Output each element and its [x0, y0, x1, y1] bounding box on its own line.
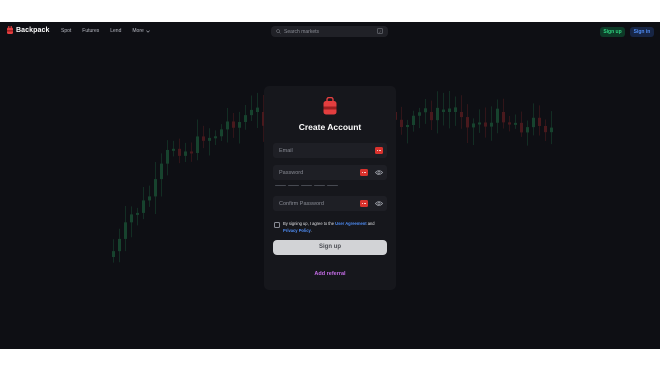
background-candle [514, 114, 517, 129]
password-input[interactable] [273, 165, 387, 180]
eye-icon[interactable] [375, 169, 383, 176]
background-candle [460, 95, 463, 129]
terms-and: and [366, 221, 375, 226]
background-candle [466, 104, 469, 144]
background-candle [484, 107, 487, 138]
password-manager-icon[interactable] [375, 147, 383, 154]
password-manager-icon[interactable] [360, 169, 368, 176]
search-placeholder: Search markets [284, 28, 320, 35]
background-candle [220, 124, 223, 141]
background-candle [148, 185, 151, 207]
privacy-policy-link[interactable]: Privacy Policy [283, 228, 311, 233]
nav-link-more-label: More [132, 28, 144, 34]
header-signup-button[interactable]: Sign up [600, 27, 625, 37]
background-candle [412, 110, 415, 132]
background-candle [406, 119, 409, 144]
nav-links: Spot Futures Lend More [61, 28, 161, 34]
strength-segment [288, 185, 299, 187]
page-title: Create Account [298, 122, 362, 132]
background-candle [418, 107, 421, 129]
background-candle [226, 107, 229, 143]
terms-prefix: By signing up, I agree to the [283, 221, 336, 226]
brand-logo[interactable]: Backpack [7, 26, 50, 34]
strength-segment [314, 185, 325, 187]
background-candle [508, 115, 511, 132]
nav-link-more[interactable]: More [132, 28, 150, 34]
password-strength-meter [275, 185, 338, 187]
background-candle [190, 142, 193, 162]
background-candle [526, 120, 529, 146]
nav-link-futures[interactable]: Futures [82, 28, 99, 34]
strength-segment [327, 185, 338, 187]
background-candle [436, 91, 439, 134]
background-candle [256, 92, 259, 129]
search-shortcut-key: / [377, 28, 383, 34]
password-manager-icon[interactable] [360, 200, 368, 207]
brand-name: Backpack [16, 26, 50, 34]
strength-segment [301, 185, 312, 187]
background-candle [136, 207, 139, 226]
terms-text: By signing up, I agree to the User Agree… [283, 220, 387, 234]
background-candle [478, 109, 481, 133]
background-candle [178, 138, 181, 164]
background-candle [214, 130, 217, 146]
top-nav: Backpack Spot Futures Lend More Search m… [0, 22, 660, 42]
background-candle [538, 105, 541, 136]
background-candle [112, 239, 115, 263]
confirm-password-input[interactable] [273, 196, 387, 211]
background-candle [238, 111, 241, 144]
add-referral-link[interactable]: Add referral [264, 271, 396, 277]
nav-link-spot[interactable]: Spot [61, 28, 71, 34]
background-candle [118, 228, 121, 263]
terms-checkbox[interactable] [274, 222, 280, 228]
background-candle [496, 99, 499, 134]
email-field-wrapper [273, 143, 387, 158]
terms-suffix: . [310, 228, 312, 233]
nav-link-lend[interactable]: Lend [110, 28, 121, 34]
background-candle [442, 92, 445, 126]
background-candle [166, 140, 169, 176]
lock-icon [323, 97, 337, 115]
search-bar[interactable]: Search markets / [271, 26, 388, 37]
background-candle [232, 112, 235, 138]
background-candle [196, 119, 199, 161]
header-signin-button[interactable]: Sign in [630, 27, 654, 37]
strength-segment [275, 185, 286, 187]
background-candle [250, 95, 253, 121]
eye-icon[interactable] [375, 200, 383, 207]
confirm-password-field-wrapper [273, 196, 387, 211]
background-candle [532, 103, 535, 136]
background-candle [400, 106, 403, 135]
background-candle [124, 206, 127, 252]
email-input[interactable] [273, 143, 387, 158]
background-candle [454, 96, 457, 126]
background-candle [160, 153, 163, 197]
chevron-down-icon [145, 29, 150, 33]
background-candle [490, 106, 493, 141]
background-candle [244, 104, 247, 130]
background-candle [430, 100, 433, 131]
background-candle [544, 119, 547, 141]
background-candle [550, 111, 553, 145]
backpack-logo-icon [7, 26, 13, 34]
user-agreement-link[interactable]: User Agreement [335, 221, 366, 226]
background-candle [154, 161, 157, 214]
create-account-card: Create Account Email By signing up, I ag… [264, 86, 396, 290]
background-candle [142, 187, 145, 220]
background-candle [520, 111, 523, 137]
background-candle [184, 142, 187, 162]
background-candle [130, 206, 133, 238]
background-candle [472, 118, 475, 146]
search-icon [276, 29, 281, 34]
background-candle [502, 98, 505, 129]
background-candle [172, 140, 175, 157]
background-candle [448, 90, 451, 129]
background-candle [208, 128, 211, 156]
password-field-wrapper [273, 165, 387, 180]
background-candle [424, 99, 427, 124]
background-candle [202, 125, 205, 149]
signup-submit-button[interactable]: Sign up [273, 240, 387, 255]
app-viewport: Backpack Spot Futures Lend More Search m… [0, 22, 660, 349]
